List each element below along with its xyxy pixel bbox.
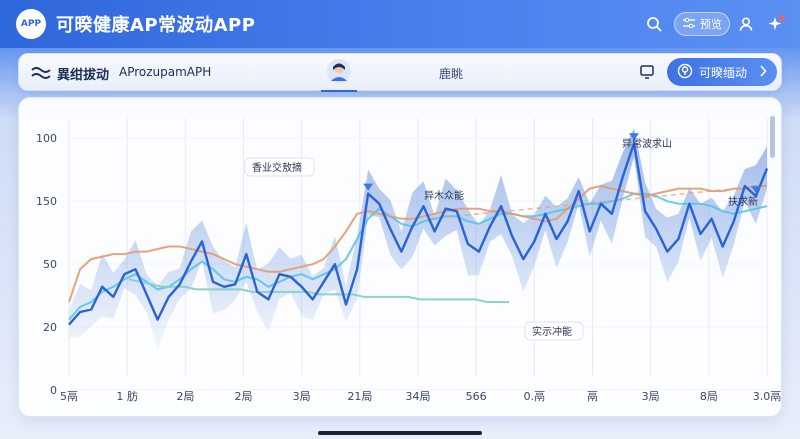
x-tick-label: 2局 [235,390,253,403]
y-tick-label: 150 [36,195,57,208]
screen-icon[interactable] [639,64,655,80]
annotation-label: 异常波求山 [622,137,672,150]
toolbar-subtitle: AProzupamAPH [119,65,212,79]
preview-button[interactable]: 预览 [674,12,730,36]
app-header: APP 可暌健康AP常波动APP 预览 [0,0,800,48]
app-badge[interactable]: APP [16,9,46,39]
x-tick-label: 3.0鬲 [753,390,782,403]
x-tick-label: 5鬲 [60,390,78,403]
user-icon[interactable] [734,12,758,36]
y-tick-label: 100 [36,132,57,145]
x-tick-label: 1 肪 [116,389,138,403]
y-tick-label: 50 [43,258,57,271]
annotation-label: 香业交敖摘 [252,161,302,174]
avatar-icon [326,58,352,90]
filter-icon [682,17,696,32]
vertical-scrollbar[interactable] [770,116,775,158]
sparkle-icon[interactable] [764,12,788,36]
chevron-right-icon [759,64,767,80]
preview-label: 预览 [700,18,722,31]
waves-icon [31,64,51,82]
tab-avatar[interactable] [321,58,357,92]
x-tick-label: 34局 [406,390,431,403]
app-title: 可暌健康AP常波动APP [56,15,256,36]
annotation-label: 异木众能 [424,189,464,202]
y-tick-label: 0 [50,384,57,397]
x-tick-label: 8局 [700,390,718,403]
line-chart: 100 150 50 20 0 5鬲 1 肪 2局 2局 3局 21局 34局 566 0.鬲 鬲 3局 8局 3… [36,118,782,403]
chart-panel: 100 150 50 20 0 5鬲 1 肪 2局 2局 3局 21局 34局 566 0.鬲 鬲 3局 8局 3… [18,97,782,417]
pin-icon [677,63,693,82]
primary-action-button[interactable]: 可暌缅动 [667,58,777,86]
x-tick-label: 鬲 [587,390,598,403]
toolbar: 異绀拔动 AProzupamAPH 鹿眺 可暌缅动 [18,53,782,92]
toolbar-title: 異绀拔动 [57,68,110,83]
primary-action-label: 可暌缅动 [699,65,748,80]
home-indicator [318,431,482,435]
search-icon[interactable] [642,12,666,36]
annotation-label: 扶求新 [728,195,758,208]
annotation-label: 实示冲能 [532,325,572,338]
y-tick-label: 20 [43,321,57,334]
x-tick-label: 566 [466,390,487,403]
tab-secondary[interactable]: 鹿眺 [439,65,463,82]
x-tick-label: 21局 [347,390,372,403]
x-tick-label: 3局 [293,390,311,403]
x-tick-label: 3局 [642,390,660,403]
x-tick-label: 2局 [176,390,194,403]
x-tick-label: 0.鬲 [524,390,546,403]
